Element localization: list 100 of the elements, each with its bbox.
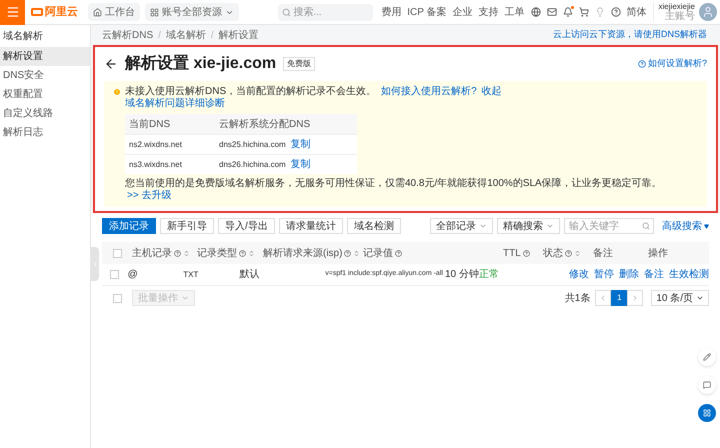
menu-icon — [6, 5, 20, 19]
column-header: 记录类型 — [197, 246, 237, 260]
status-text: 正常 — [479, 268, 500, 282]
breadcrumb-link[interactable]: 域名解析 — [166, 28, 206, 42]
workbench-button[interactable]: 工作台 — [88, 3, 140, 21]
sort-icon[interactable] — [353, 250, 360, 256]
chevron-down-icon — [181, 294, 189, 302]
sort-icon[interactable] — [248, 250, 255, 256]
user-name: xiejiexiejie — [658, 2, 695, 11]
sidebar-title: 域名解析 — [2, 30, 44, 44]
keyword-field[interactable]: 输入关键字 — [564, 218, 654, 234]
toolbar-button[interactable]: 请求量统计 — [278, 218, 343, 234]
breadcrumb-separator: / — [158, 28, 161, 42]
nav-link[interactable]: ICP 备案 — [407, 4, 447, 20]
page-title: 解析设置 xie-jie.com — [125, 54, 276, 74]
user-role: 主账号 — [665, 12, 695, 22]
toolbar-button[interactable]: 添加记录 — [102, 218, 156, 234]
total-count: 共1条 — [564, 292, 590, 306]
action-link[interactable]: 生效检测 — [669, 267, 710, 282]
nav-link[interactable]: 企业 — [452, 4, 473, 20]
chevron-left-icon — [92, 260, 98, 268]
notice-text: 未接入使用云解析DNS，当前配置的解析记录不会生效。 — [125, 86, 376, 98]
menu-button[interactable] — [0, 0, 25, 24]
search-field[interactable]: 搜索... — [278, 4, 374, 20]
cart-icon[interactable] — [578, 7, 589, 17]
collapse-link[interactable]: 收起 — [482, 86, 502, 98]
sort-icon[interactable] — [183, 250, 190, 256]
column-header: 状态 — [543, 246, 563, 260]
logo: 阿里云 — [31, 4, 78, 20]
chat-icon — [703, 381, 711, 389]
table-cell-text: 默认 — [240, 268, 261, 282]
breadcrumb-link[interactable]: 解析设置 — [218, 28, 259, 42]
sidebar-item[interactable]: 自定义线路 — [0, 104, 90, 123]
checkbox[interactable] — [110, 270, 120, 279]
lightbulb-icon[interactable] — [594, 7, 605, 17]
copy-link[interactable]: 复制 — [290, 157, 311, 172]
column-header: TTL — [503, 246, 521, 260]
warning-icon — [113, 88, 121, 96]
resolver-link[interactable]: 云上访问云下资源，请使用DNS解析器 — [552, 28, 707, 42]
grid-icon — [150, 8, 159, 16]
search-icon — [642, 222, 650, 230]
sidebar-item[interactable]: 解析设置 — [0, 47, 90, 66]
help-icon[interactable] — [610, 7, 621, 17]
sidebar-item[interactable]: DNS安全 — [0, 66, 90, 85]
home-icon — [93, 8, 102, 16]
access-link[interactable]: 如何接入使用云解析? — [381, 86, 477, 98]
sort-icon[interactable] — [574, 250, 581, 256]
copy-link[interactable]: 复制 — [290, 137, 311, 152]
diagnose-link[interactable]: 域名解析问题详细诊断 — [125, 98, 225, 110]
caret-icon — [704, 224, 709, 228]
upgrade-text: 您当前使用的是免费版域名解析服务，无服务可用性保证，仅需40.8元/年就能获得100%的SLA保障，让业务更稳定可靠。 — [125, 178, 662, 189]
table-cell-text: ns3.wixdns.net — [128, 158, 183, 170]
toolbar-button[interactable]: 新手引导 — [160, 218, 214, 234]
table-cell-text: ns2.wixdns.net — [128, 138, 183, 150]
chevron-down-icon — [479, 222, 487, 230]
avatar[interactable] — [699, 3, 717, 21]
column-header: 记录值 — [363, 246, 393, 260]
action-link[interactable]: 备注 — [644, 267, 664, 282]
grid-icon — [703, 409, 711, 417]
table-cell-text: dns26.hichina.com — [218, 158, 286, 170]
column-header: 主机记录 — [132, 246, 172, 260]
toolbar-button[interactable]: 导入/导出 — [218, 218, 275, 234]
table-cell-text: TXT — [183, 268, 200, 280]
page-size-dropdown[interactable]: 10 条/页 — [651, 290, 709, 306]
help-link[interactable]: 如何设置解析? — [638, 57, 707, 71]
page-button[interactable]: 1 — [611, 290, 628, 306]
table-cell-text: 10 分钟 — [444, 268, 480, 282]
action-link[interactable]: 删除 — [619, 267, 640, 282]
action-link[interactable]: 修改 — [569, 267, 590, 282]
chevron-down-icon — [546, 222, 554, 230]
action-link[interactable]: 暂停 — [594, 267, 614, 282]
plan-badge: 免费版 — [283, 57, 316, 71]
sidebar-item[interactable]: 权重配置 — [0, 85, 90, 104]
search-mode-dropdown[interactable]: 精确搜索 — [497, 218, 560, 234]
search-icon — [282, 8, 292, 16]
breadcrumb-link[interactable]: 云解析DNS — [102, 28, 154, 42]
nav-link[interactable]: 费用 — [381, 4, 402, 20]
sidebar-item[interactable]: 解析日志 — [0, 123, 90, 142]
logo-mark-icon — [31, 8, 43, 16]
pencil-icon — [703, 353, 711, 361]
prev-page-button[interactable] — [595, 290, 612, 306]
checkbox[interactable] — [112, 248, 122, 258]
upgrade-link[interactable]: >> 去升级 — [127, 190, 172, 201]
mail-icon[interactable] — [546, 7, 557, 17]
toolbar-button[interactable]: 域名检测 — [346, 218, 401, 234]
help-icon — [638, 60, 646, 68]
filter-dropdown[interactable]: 全部记录 — [430, 218, 493, 234]
column-header: 当前DNS — [128, 118, 172, 132]
column-header: 云解析系统分配DNS — [218, 118, 310, 132]
column-header: 操作 — [648, 246, 668, 260]
language-link[interactable]: 简体 — [626, 4, 647, 20]
table-cell-text: @ — [128, 268, 139, 282]
nav-link[interactable]: 支持 — [478, 4, 499, 20]
advanced-search-link[interactable]: 高级搜索 — [662, 218, 709, 234]
nav-link[interactable]: 工单 — [504, 4, 525, 20]
checkbox[interactable] — [112, 294, 122, 302]
globe-icon[interactable] — [530, 7, 541, 17]
column-header: 解析请求来源(isp) — [263, 246, 342, 260]
chevron-down-icon — [696, 294, 704, 302]
resources-dropdown[interactable]: 账号全部资源 — [145, 3, 239, 21]
